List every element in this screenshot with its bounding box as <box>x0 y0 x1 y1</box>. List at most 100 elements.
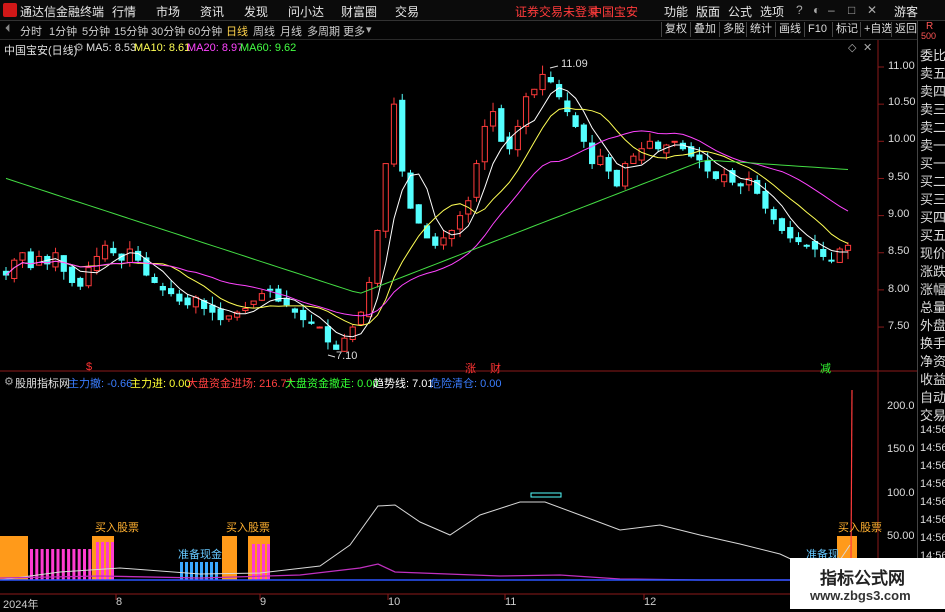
sidebar-item-buy3[interactable]: 买三 <box>920 189 945 208</box>
candle-body <box>77 277 84 287</box>
buy-stripe <box>88 549 92 580</box>
sidebar-item-earnings[interactable]: 收益 <box>920 369 945 388</box>
candle-body <box>473 163 480 198</box>
candle-body <box>283 297 290 306</box>
tf-monthly[interactable]: 月线 <box>280 23 302 39</box>
btn-overlay[interactable]: 叠加 <box>690 22 716 37</box>
tf-multi[interactable]: 多周期 <box>307 23 340 39</box>
candle-body <box>762 190 769 209</box>
menu-item-function[interactable]: 功能 <box>664 3 688 20</box>
event-marker-dollar[interactable]: $ <box>86 361 92 373</box>
btn-stats[interactable]: 统计 <box>746 22 772 37</box>
indicator-trend: 趋势线: 7.01 <box>373 378 434 390</box>
candle-body <box>151 277 158 283</box>
skin-icon[interactable]: ◐ <box>813 3 820 17</box>
buy-stripe <box>77 549 81 580</box>
menu-item-layout[interactable]: 版面 <box>696 3 720 20</box>
close-icon[interactable]: ✕ <box>867 3 877 17</box>
menu-item-discover[interactable]: 发现 <box>244 3 268 20</box>
chart-settings-icon[interactable]: ◇ <box>848 41 856 54</box>
candle-body <box>704 160 711 172</box>
sidebar-time: 14:56 <box>920 424 945 436</box>
sidebar-time: 14:56 <box>920 460 945 472</box>
event-marker-rise[interactable]: 涨 <box>465 360 476 376</box>
sidebar-item-volume[interactable]: 总量 <box>920 297 945 316</box>
tf-1min[interactable]: 1分钟 <box>49 23 77 39</box>
sidebar-item-turnover[interactable]: 换手 <box>920 333 945 352</box>
sidebar-item-price[interactable]: 现价 <box>920 243 945 262</box>
event-marker-reduce[interactable]: 减 <box>820 360 831 376</box>
sidebar-item-outer[interactable]: 外盘 <box>920 315 945 334</box>
sidebar-item-buy5[interactable]: 买五 <box>920 225 945 244</box>
menu-item-market[interactable]: 市场 <box>156 3 180 20</box>
settings-icon[interactable]: ⚙ <box>74 41 84 54</box>
btn-mark[interactable]: 标记 <box>832 22 858 37</box>
btn-return[interactable]: 返回 <box>891 22 917 37</box>
y-tick-950: 9.50 <box>888 171 910 183</box>
candle-body <box>250 300 257 305</box>
btn-multistock[interactable]: 多股 <box>719 22 745 37</box>
candle-body <box>399 99 406 172</box>
help-icon[interactable]: ? <box>796 3 803 17</box>
sidebar-item-netasset[interactable]: 净资 <box>920 351 945 370</box>
x-tick-11: 11 <box>505 596 517 608</box>
indicator-market-in: 大盘资金进场: 216.77 <box>187 378 293 390</box>
minimize-icon[interactable]: – <box>828 3 835 17</box>
sidebar-item-sell4[interactable]: 卖四 <box>920 81 945 100</box>
menu-item-wealth[interactable]: 财富圈 <box>341 3 377 20</box>
menu-item-quotes[interactable]: 行情 <box>112 3 136 20</box>
sidebar-item-sell1[interactable]: 卖一 <box>920 135 945 154</box>
tf-15min[interactable]: 15分钟 <box>114 23 148 39</box>
indicator-settings-icon[interactable]: ⚙ <box>4 375 14 388</box>
candle-body <box>126 248 133 264</box>
buy-stripe <box>252 544 255 580</box>
sidebar-item-sell3[interactable]: 卖三 <box>920 99 945 118</box>
sidebar-item-sell5[interactable]: 卖五 <box>920 63 945 82</box>
candle-body <box>630 155 637 165</box>
tf-5min[interactable]: 5分钟 <box>82 23 110 39</box>
sidebar-item-sell2[interactable]: 卖二 <box>920 117 945 136</box>
menu-item-formula[interactable]: 公式 <box>728 3 752 20</box>
login-warning[interactable]: 证券交易未登录 <box>515 3 599 20</box>
sidebar-item-buy4[interactable]: 买四 <box>920 207 945 226</box>
menu-item-news[interactable]: 资讯 <box>200 3 224 20</box>
back-icon[interactable]: ⏴ <box>5 23 11 36</box>
sidebar-item-pct[interactable]: 涨幅 <box>920 279 945 298</box>
tf-intraday[interactable]: 分时 <box>20 23 42 39</box>
app-logo <box>3 3 17 17</box>
sidebar-item-weibi[interactable]: 委比 <box>920 45 945 64</box>
btn-add-watch[interactable]: +自选 <box>860 22 892 37</box>
tf-daily[interactable]: 日线 <box>226 23 248 39</box>
buy-stripe <box>257 544 260 580</box>
candle-body <box>316 326 323 329</box>
menu-item-options[interactable]: 选项 <box>760 3 784 20</box>
sidebar-500[interactable]: 500 <box>921 31 936 41</box>
high-price-label: 11.09 <box>561 58 588 70</box>
buy-stripe <box>111 542 114 580</box>
sidebar-item-change[interactable]: 涨跌 <box>920 261 945 280</box>
timeframe-bar: ⏴ 分时 1分钟 5分钟 15分钟 30分钟 60分钟 日线 周线 月线 多周期… <box>0 21 945 40</box>
menu-item-ask[interactable]: 问小达 <box>288 3 324 20</box>
restore-icon[interactable]: □ <box>848 3 855 17</box>
tf-60min[interactable]: 60分钟 <box>188 23 222 39</box>
event-marker-finance[interactable]: 财 <box>490 360 501 376</box>
sidebar-item-trade[interactable]: 交易 <box>920 405 945 424</box>
candle-body <box>68 266 76 283</box>
y-tick-1050: 10.50 <box>888 96 916 108</box>
dropdown-icon[interactable]: ▾ <box>366 23 372 36</box>
ma60-label: MA60: 9.62 <box>240 42 297 54</box>
candle-body <box>440 237 447 246</box>
menu-item-trade[interactable]: 交易 <box>395 3 419 20</box>
tf-30min[interactable]: 30分钟 <box>151 23 185 39</box>
buy-stripe <box>61 549 65 580</box>
user-guest[interactable]: 游客 <box>894 3 918 20</box>
btn-adjust[interactable]: 复权 <box>661 22 687 37</box>
sidebar-item-buy2[interactable]: 买二 <box>920 171 945 190</box>
tf-more[interactable]: 更多 <box>343 23 365 39</box>
sidebar-item-buy1[interactable]: 买一 <box>920 153 945 172</box>
sidebar-item-auto[interactable]: 自动 <box>920 387 945 406</box>
btn-drawline[interactable]: 画线 <box>775 22 801 37</box>
btn-f10[interactable]: F10 <box>804 22 827 37</box>
tf-weekly[interactable]: 周线 <box>253 23 275 39</box>
chart-close-icon[interactable]: ✕ <box>863 41 872 54</box>
